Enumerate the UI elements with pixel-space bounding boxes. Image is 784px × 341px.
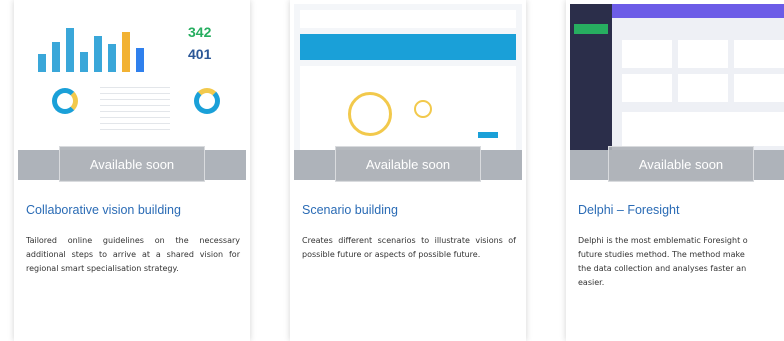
card-description: Tailored online guidelines on the necess…	[26, 236, 240, 273]
description-line: future studies method. The method make	[578, 250, 745, 259]
card-title[interactable]: Scenario building	[302, 203, 516, 217]
card-description: Creates different scenarios to illustrat…	[302, 236, 516, 259]
tool-card-delphi-foresight[interactable]: Available soon Delphi – Foresight Delphi…	[566, 0, 784, 341]
available-soon-badge: Available soon	[608, 146, 754, 182]
description-line: Delphi is the most emblematic Foresight …	[578, 236, 748, 245]
card-title[interactable]: Collaborative vision building	[26, 203, 240, 217]
card-description: Delphi is the most emblematic Foresight …	[578, 234, 784, 290]
thumb-metric-2: 401	[188, 46, 212, 62]
thumb-metric-1: 342	[188, 24, 212, 40]
available-soon-badge: Available soon	[335, 146, 481, 182]
tool-card-collaborative-vision[interactable]: 342 401 Available soon Collaborative vis…	[14, 0, 250, 341]
card-title[interactable]: Delphi – Foresight	[578, 203, 784, 217]
description-line: the data collection and analyses faster …	[578, 264, 747, 273]
description-line: easier.	[578, 278, 605, 287]
tool-card-scenario-building[interactable]: Available soon Scenario building Creates…	[290, 0, 526, 341]
available-soon-badge: Available soon	[59, 146, 205, 182]
